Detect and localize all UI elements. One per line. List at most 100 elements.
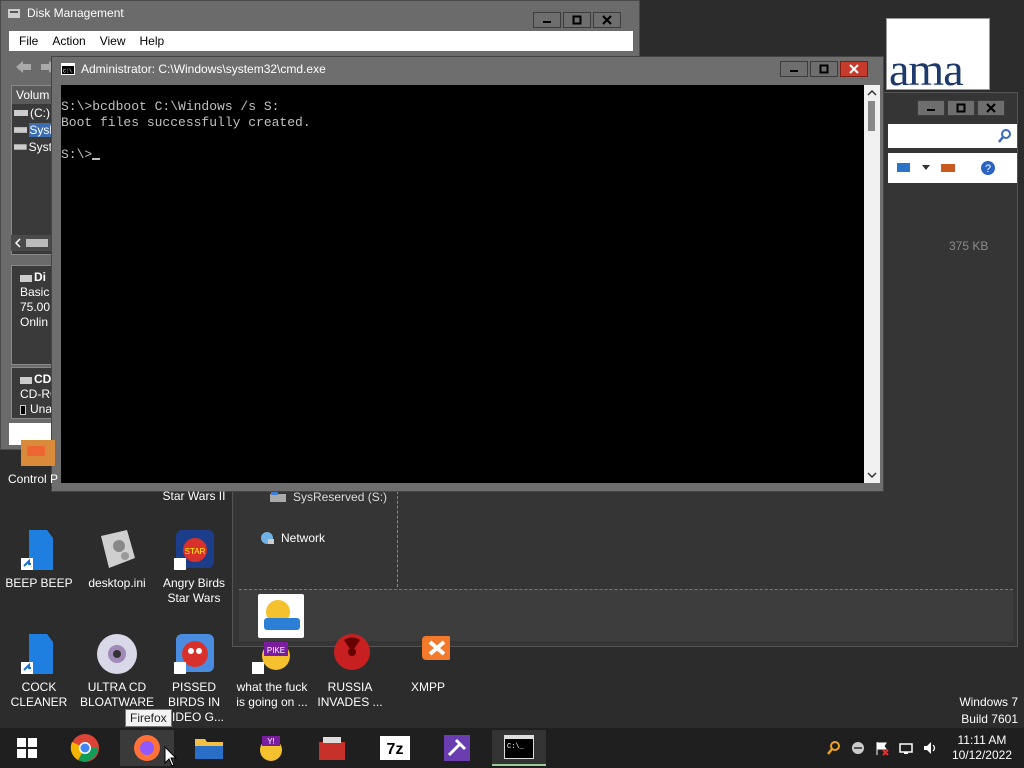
list-item[interactable]: Syst — [12, 138, 52, 155]
taskbar-toolbox[interactable] — [305, 730, 359, 766]
svg-text:PIKE: PIKE — [267, 646, 285, 655]
red-bird-icon — [174, 634, 214, 674]
action-center-flag-icon[interactable] — [874, 740, 890, 756]
console-line: S:\>bcdboot C:\Windows /s S: — [61, 99, 280, 114]
desktop-icon-ultra-cd-bloatware[interactable]: ULTRA CD BLOATWARE — [78, 632, 156, 710]
chevron-down-icon[interactable] — [922, 165, 930, 171]
volume-icon[interactable] — [922, 740, 938, 756]
desktop-icon-label: ULTRA CD BLOATWARE — [79, 680, 154, 709]
desktop-icon-russia-invades[interactable]: RUSSIA INVADES ... — [311, 632, 389, 710]
desktop-icon-label: XMPP — [410, 680, 445, 694]
console-line: Boot files successfully created. — [61, 115, 311, 130]
taskbar-file-explorer[interactable] — [182, 730, 236, 766]
explorer-search-input[interactable] — [888, 124, 1017, 148]
scrollbar-thumb[interactable] — [26, 239, 48, 247]
list-item[interactable]: Sysl — [12, 121, 52, 138]
cmd-close-button[interactable] — [840, 61, 868, 77]
scrollbar-thumb[interactable] — [868, 101, 875, 131]
svg-text:Y!: Y! — [267, 737, 275, 746]
settings-file-icon — [101, 530, 135, 568]
desktop-icon-desktop-ini[interactable]: desktop.ini — [78, 528, 156, 591]
drive-icon — [14, 143, 27, 150]
chevron-up-icon[interactable] — [864, 87, 880, 99]
cdrom-panel[interactable]: CD CD-RO Una — [11, 367, 53, 419]
desktop-icon-beep-beep[interactable]: BEEP BEEP — [0, 528, 78, 591]
watermark-line: Build 7601 — [961, 712, 1018, 726]
back-arrow-icon[interactable] — [15, 60, 33, 74]
network-icon[interactable] — [898, 740, 914, 756]
text-cursor — [92, 158, 101, 160]
svg-text:C:\_: C:\_ — [507, 743, 525, 751]
help-icon[interactable]: ? — [980, 160, 996, 176]
dm-close-button[interactable] — [593, 12, 621, 28]
taskbar-cmd[interactable]: C:\_ — [492, 730, 546, 766]
explorer-minimize-button[interactable] — [917, 100, 945, 116]
taskbar: Y! 7z C:\_ 11:11 AM 10/12/2022 — [0, 728, 1024, 768]
volume-label: Syst — [28, 139, 52, 154]
disk-size: 75.00 — [20, 300, 51, 314]
disk-name: Di — [34, 270, 46, 284]
taskbar-build-tool[interactable] — [430, 730, 484, 766]
windows-watermark: Windows 7 Build 7601 — [959, 694, 1018, 728]
desktop-icon-label: Star Wars II — [162, 489, 226, 503]
desktop-icon-label: desktop.ini — [88, 576, 146, 590]
menu-file[interactable]: File — [19, 34, 38, 48]
desktop-icon-label: Angry Birds Star Wars — [162, 576, 226, 605]
clock-time: 11:11 AM — [957, 733, 1007, 747]
desktop-icon-cock-cleaner[interactable]: COCK CLEANER — [0, 632, 78, 710]
nav-item-network[interactable]: Network — [259, 530, 325, 546]
menu-view[interactable]: View — [100, 34, 126, 48]
svg-text:?: ? — [985, 163, 991, 175]
start-button[interactable] — [0, 730, 54, 766]
dm-maximize-button[interactable] — [563, 12, 591, 28]
console-output[interactable]: S:\>bcdboot C:\Windows /s S: Boot files s… — [61, 85, 864, 483]
cmd-minimize-button[interactable] — [780, 61, 808, 77]
menu-action[interactable]: Action — [52, 34, 85, 48]
system-tray: 11:11 AM 10/12/2022 — [826, 728, 1024, 768]
taskbar-yahoo[interactable]: Y! — [244, 730, 298, 766]
desktop-icon-angry-birds-star-wars[interactable]: STAR Angry Birds Star Wars — [155, 528, 233, 606]
horizontal-scrollbar[interactable] — [11, 235, 53, 251]
explorer-close-button[interactable] — [977, 100, 1005, 116]
view-icon[interactable] — [896, 161, 912, 175]
chevron-left-icon[interactable] — [14, 238, 22, 248]
disk-0-panel[interactable]: Di Basic 75.00 Onlin — [11, 265, 53, 365]
cmd-icon: C:\_ — [504, 735, 534, 759]
clock-date: 10/12/2022 — [951, 748, 1012, 762]
cmd-titlebar[interactable]: C:\ Administrator: C:\Windows\system32\c… — [52, 57, 883, 81]
desktop-icon-control-panel[interactable]: Control P — [0, 440, 66, 487]
toolbox-icon — [319, 737, 345, 760]
list-item[interactable]: (C:) — [12, 104, 52, 121]
menu-help[interactable]: Help — [140, 34, 165, 48]
blocked-icon[interactable] — [850, 740, 866, 756]
clock[interactable]: 11:11 AM 10/12/2022 — [952, 733, 1012, 763]
desktop-icon-what-the-fuck[interactable]: PIKE what the fuck is going on ... — [233, 632, 311, 710]
control-panel-icon — [21, 440, 55, 466]
cd-icon — [97, 634, 137, 674]
explorer-maximize-button[interactable] — [947, 100, 975, 116]
cd-name: CD — [34, 372, 52, 386]
chevron-down-icon[interactable] — [864, 469, 880, 481]
taskbar-chrome[interactable] — [58, 730, 112, 766]
nav-item-label: Network — [281, 531, 326, 545]
network-icon — [261, 532, 274, 544]
watermark-line: Windows 7 — [959, 695, 1018, 709]
svg-text:C:\: C:\ — [63, 69, 72, 75]
dm-minimize-button[interactable] — [533, 12, 561, 28]
firefox-icon — [134, 735, 160, 761]
desktop-icon-star-wars[interactable]: Star Wars II — [155, 489, 233, 504]
search-icon[interactable] — [826, 740, 842, 756]
vertical-scrollbar[interactable] — [864, 85, 880, 483]
desktop-icon-label: Control P — [7, 472, 59, 486]
taskbar-7zip[interactable]: 7z — [368, 730, 422, 766]
column-header-volume[interactable]: Volum — [12, 86, 52, 104]
cmd-window: C:\ Administrator: C:\Windows\system32\c… — [51, 56, 884, 492]
cmd-maximize-button[interactable] — [810, 61, 838, 77]
hammer-icon — [444, 735, 470, 761]
windows-logo-icon — [17, 738, 37, 758]
desktop-icon-xmpp[interactable]: XMPP — [389, 632, 467, 695]
preview-pane-icon[interactable] — [940, 161, 956, 175]
mouse-cursor-icon — [164, 746, 178, 767]
desktop-icon-label: BEEP BEEP — [5, 576, 73, 590]
